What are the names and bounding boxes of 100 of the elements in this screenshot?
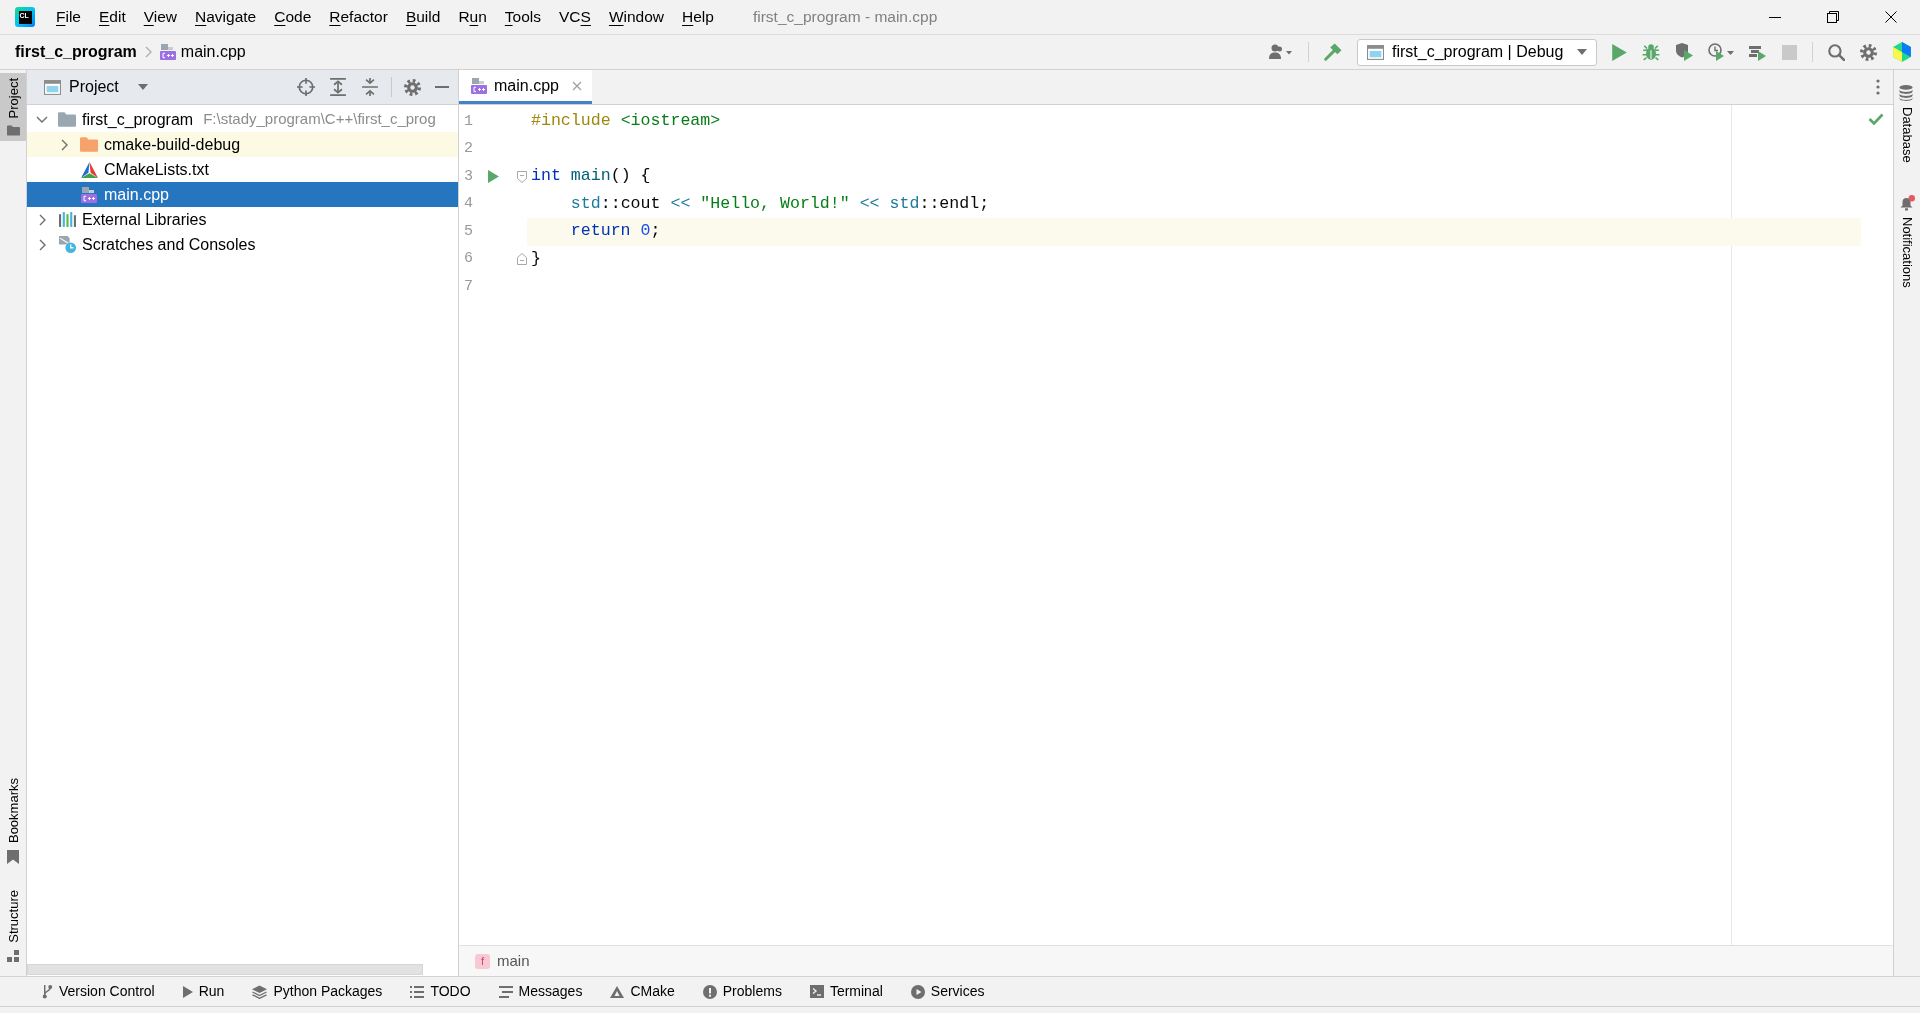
file-path: F:\stady_program\C++\first_c_prog [203,109,436,130]
menu-item[interactable]: Tools [495,4,550,30]
tool-window-button[interactable]: Messages [498,981,583,1002]
triangle-icon [80,161,98,178]
bars-play-icon[interactable] [1749,43,1767,61]
line-number: 3 [463,166,474,187]
breadcrumb-item[interactable]: main.cpp [180,40,246,64]
editor-tab[interactable]: main.cpp [459,70,592,104]
run-icon[interactable] [1612,43,1627,61]
breadcrumb-item[interactable]: main [497,949,530,973]
code-line: #include <iostream> [530,110,722,133]
caret-icon [137,84,148,90]
breadcrumb-item[interactable]: first_c_program [15,40,137,64]
menu-item[interactable]: File [47,4,90,30]
clock-play-dropdown-icon[interactable] [1708,43,1734,61]
menu-item[interactable]: Build [396,4,450,30]
tree-item[interactable]: first_c_program F:\stady_program\C++\first_c_prog [27,107,458,132]
folder-icon [58,112,76,127]
menu-item[interactable]: Navigate [186,4,266,30]
folder-icon [6,125,20,137]
caret-icon [1577,49,1587,55]
file-icon [159,44,176,60]
code-line: std::cout << "Hello, World!" << std::endl; [569,192,991,215]
terminal-icon [809,985,824,998]
tree-item[interactable]: main.cpp [27,182,458,207]
menu-item[interactable]: VCS [550,4,600,30]
menu-item[interactable]: Run [449,4,496,30]
tool-window-button[interactable]: Problems [702,981,782,1002]
chevron-right-icon[interactable] [60,138,68,151]
tool-window-button[interactable]: Notifications [1894,194,1920,288]
layers-icon [252,984,268,999]
file-clock-icon [58,236,76,253]
collapse-all-icon[interactable] [361,78,379,96]
file-icon [471,77,487,94]
file-icon [81,186,97,203]
menu-item[interactable]: Refactor [320,4,397,30]
run-icon[interactable] [487,170,499,184]
chevron-right-icon[interactable] [38,238,46,251]
horizontal-scrollbar[interactable] [27,964,423,975]
tool-window-button[interactable]: Python Packages [252,981,383,1002]
bug-icon[interactable] [1642,43,1660,61]
folder-icon [80,137,98,152]
play-icon [182,985,193,998]
tree-item[interactable]: External Libraries [27,207,458,232]
chevron-right-icon[interactable] [38,213,46,226]
code-line: int main() { [530,165,652,188]
window-icon [1367,44,1384,60]
line-number: 2 [463,139,474,159]
tool-window-button[interactable]: Structure [0,885,26,967]
project-view-dropdown[interactable]: Project [44,75,148,99]
tree-item[interactable]: cmake-build-debug [27,132,458,157]
search-icon[interactable] [1828,43,1845,61]
window-icon [44,79,61,95]
tree-item[interactable]: Scratches and Consoles [27,232,458,257]
person-dropdown-icon[interactable] [1269,44,1293,60]
bars-icon [58,212,76,227]
fold-marker-icon[interactable] [517,253,527,266]
restore-icon[interactable] [1827,11,1839,23]
tool-window-button[interactable]: Bookmarks [0,773,26,870]
tool-window-button[interactable]: Run [182,981,225,1002]
code-line: } [530,247,542,270]
play-circle-icon [910,984,925,999]
line-number: 1 [463,111,474,132]
hexagon-logo-icon[interactable] [1892,42,1912,62]
tool-window-button[interactable]: Version Control [42,981,155,1002]
branch-icon [42,984,53,999]
shield-play-icon[interactable] [1675,43,1693,61]
minimize-icon[interactable] [1769,16,1781,18]
line-number: 7 [463,276,474,297]
settings-icon[interactable] [404,78,421,96]
chevron-down-icon[interactable] [36,116,48,123]
close-icon[interactable] [1885,11,1897,23]
lines-icon [498,985,513,998]
tool-window-button[interactable]: CMake [610,981,675,1002]
tool-window-button[interactable]: Terminal [809,981,883,1002]
line-number: 5 [463,221,474,242]
menu-item[interactable]: Help [673,4,723,30]
tool-window-button[interactable]: TODO [410,981,471,1002]
hammer-icon[interactable] [1324,43,1342,61]
squares-icon [7,950,19,962]
exclamation-circle-icon [702,984,717,999]
check-icon[interactable] [1868,113,1884,125]
fold-marker-icon[interactable] [517,170,527,183]
window-title: first_c_program - main.cpp [752,7,938,28]
chevron-right-icon [144,46,152,58]
tool-window-button[interactable]: Services [910,981,985,1002]
menu-item[interactable]: View [134,4,187,30]
menu-item[interactable]: Code [265,4,321,30]
more-options-icon[interactable] [1876,79,1880,95]
tool-window-button[interactable]: Database [1894,85,1920,163]
expand-all-icon[interactable] [329,78,347,96]
menu-item[interactable]: Edit [90,4,135,30]
settings-icon[interactable] [1860,43,1877,61]
function-icon: f [475,953,490,969]
tree-item[interactable]: CMakeLists.txt [27,157,458,182]
bookmark-icon [7,850,19,865]
run-configuration-dropdown[interactable]: first_c_program | Debug [1357,38,1597,66]
locate-icon[interactable] [297,78,315,96]
tool-window-button[interactable]: Project [0,73,26,142]
menu-item[interactable]: Window [599,4,674,30]
